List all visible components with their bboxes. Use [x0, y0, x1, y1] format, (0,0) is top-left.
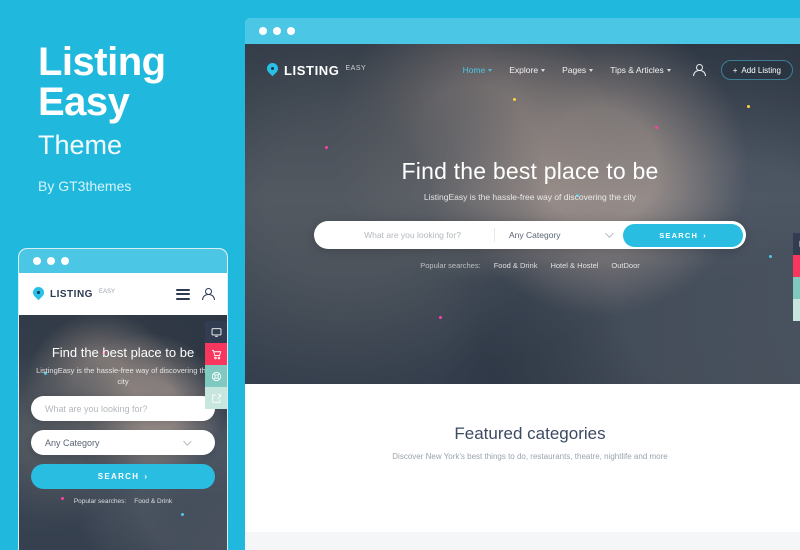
arrow-right-icon: › [703, 230, 707, 240]
promo-subtitle: Theme [38, 130, 123, 160]
mobile-hero: Find the best place to be ListingEasy is… [19, 315, 227, 550]
logo-superscript: EASY [345, 64, 367, 72]
popular-searches-label: Popular searches: [420, 261, 481, 270]
support-icon[interactable] [205, 365, 227, 387]
chevron-down-icon [488, 68, 493, 72]
popular-search-hotel-hostel[interactable]: Hotel & Hostel [550, 261, 598, 270]
window-dot-maximize[interactable] [61, 257, 69, 265]
menu-item-pages-label: Pages [562, 65, 587, 75]
mobile-popular-search-food-drink[interactable]: Food & Drink [134, 498, 172, 505]
promo-author: By GT3themes [38, 178, 132, 194]
popular-searches: Popular searches: Food & Drink Hotel & H… [245, 261, 800, 270]
menu-item-tips-articles[interactable]: Tips & Articles [610, 65, 671, 75]
desktop-titlebar [245, 18, 800, 44]
mobile-category-select-value: Any Category [45, 437, 100, 448]
mobile-side-toolbar [205, 321, 227, 409]
mobile-browser-window: LISTING EASY Find the best place to be L… [18, 248, 228, 550]
edit-icon[interactable] [205, 387, 227, 409]
search-input[interactable]: What are you looking for? [314, 230, 494, 240]
chevron-down-icon [605, 229, 614, 238]
search-button-label: SEARCH [659, 230, 699, 240]
chevron-down-icon [666, 68, 671, 72]
logo-text: LISTING [284, 62, 340, 78]
popular-search-food-drink[interactable]: Food & Drink [494, 261, 538, 270]
hero-content: Find the best place to be ListingEasy is… [245, 96, 800, 270]
map-pin-icon [267, 63, 278, 78]
window-dot-minimize[interactable] [273, 27, 281, 35]
add-listing-button[interactable]: + Add Listing [720, 60, 793, 80]
mobile-site-logo[interactable]: LISTING EASY [33, 287, 115, 302]
mobile-titlebar [19, 249, 227, 273]
support-icon[interactable] [793, 277, 800, 299]
featured-categories-section: Featured categories Discover New York's … [245, 384, 800, 532]
mobile-logo-text: LISTING [50, 288, 93, 300]
desktop-navbar: LISTING EASY Home Explore Pages Tips & A… [245, 44, 800, 96]
cart-icon[interactable] [205, 343, 227, 365]
category-select-value: Any Category [509, 230, 561, 240]
mobile-hero-subheading: ListingEasy is the hassle-free way of di… [36, 366, 210, 386]
mobile-search-input[interactable]: What are you looking for? [31, 396, 215, 421]
popular-search-outdoor[interactable]: OutDoor [611, 261, 639, 270]
window-dot-minimize[interactable] [47, 257, 55, 265]
desktop-hero: LISTING EASY Home Explore Pages Tips & A… [245, 44, 800, 384]
chevron-down-icon [589, 68, 594, 72]
main-menu: Home Explore Pages Tips & Articles + Add… [463, 60, 793, 80]
mobile-logo-superscript: EASY [98, 288, 115, 295]
chevron-down-icon [183, 436, 192, 446]
menu-item-tips-label: Tips & Articles [610, 65, 664, 75]
mobile-hero-heading: Find the best place to be [51, 345, 195, 360]
chevron-down-icon [541, 68, 546, 72]
window-dot-maximize[interactable] [287, 27, 295, 35]
arrow-right-icon: › [144, 472, 149, 481]
mobile-header-icons [176, 288, 215, 300]
window-dot-close[interactable] [259, 27, 267, 35]
mobile-category-select[interactable]: Any Category [31, 430, 215, 455]
search-button[interactable]: SEARCH › [623, 223, 743, 247]
mobile-popular-searches-label: Popular searches: [73, 498, 127, 505]
edit-icon[interactable] [793, 299, 800, 321]
featured-heading: Featured categories [454, 424, 606, 443]
cart-icon[interactable] [793, 255, 800, 277]
map-pin-icon [33, 287, 44, 302]
mobile-popular-searches: Popular searches: Food & Drink [19, 498, 227, 505]
promo-title: Listing Easy [38, 42, 238, 122]
window-dot-close[interactable] [33, 257, 41, 265]
menu-item-explore-label: Explore [509, 65, 539, 75]
hamburger-icon[interactable] [176, 288, 190, 300]
plus-icon: + [732, 65, 738, 75]
desktop-browser-window: LISTING EASY Home Explore Pages Tips & A… [245, 18, 800, 550]
category-select[interactable]: Any Category [495, 229, 623, 240]
add-listing-label: Add Listing [741, 65, 781, 75]
mobile-search-button[interactable]: SEARCH › [31, 464, 215, 489]
monitor-icon[interactable] [793, 233, 800, 255]
hero-heading: Find the best place to be [401, 158, 659, 184]
hero-subheading: ListingEasy is the hassle-free way of di… [423, 192, 637, 202]
monitor-icon[interactable] [205, 321, 227, 343]
user-icon[interactable] [692, 64, 706, 76]
mobile-hero-content: Find the best place to be ListingEasy is… [19, 315, 227, 505]
promo-block: Listing Easy Theme By GT3themes [38, 42, 238, 194]
menu-item-home-label: Home [462, 65, 486, 75]
site-logo[interactable]: LISTING EASY [267, 63, 366, 78]
page-gray-band [245, 532, 800, 550]
user-icon[interactable] [202, 288, 215, 300]
menu-item-home[interactable]: Home [463, 65, 493, 75]
menu-item-explore[interactable]: Explore [509, 65, 546, 75]
featured-subheading: Discover New York's best things to do, r… [392, 452, 668, 461]
mobile-header: LISTING EASY [19, 273, 227, 315]
promo-title-line1: Listing [38, 40, 166, 84]
mobile-search-button-label: SEARCH [97, 472, 140, 481]
desktop-side-toolbar [793, 233, 800, 321]
promo-title-line2: Easy [38, 80, 130, 124]
search-bar: What are you looking for? Any Category S… [314, 221, 746, 249]
menu-item-pages[interactable]: Pages [562, 65, 594, 75]
